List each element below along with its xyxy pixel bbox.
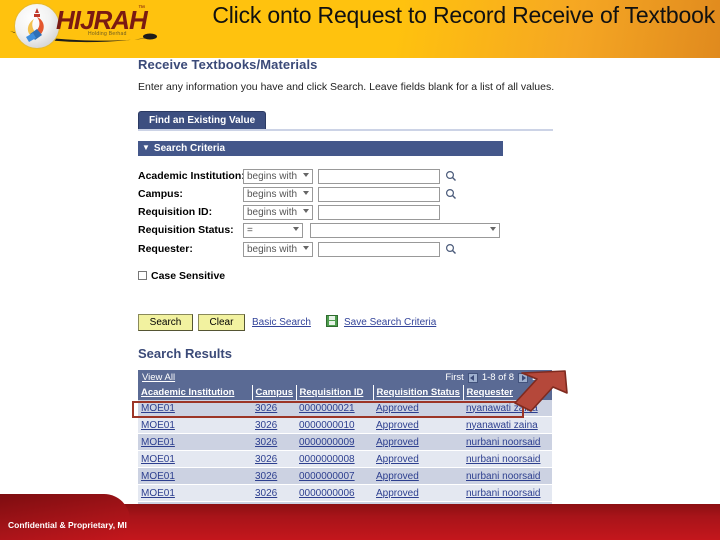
- lookup-icon-campus[interactable]: [445, 188, 457, 200]
- cell-status[interactable]: Approved: [376, 454, 419, 465]
- red-arrow-pointer: [514, 370, 568, 412]
- cell-campus[interactable]: 3026: [255, 420, 277, 431]
- peoplesoft-screenshot-panel: Receive Textbooks/Materials Enter any in…: [130, 48, 560, 528]
- operator-select-academic-institution[interactable]: begins with: [243, 169, 313, 184]
- cell-institution[interactable]: MOE01: [141, 488, 175, 499]
- cell-requester[interactable]: nurbani noorsaid: [466, 488, 541, 499]
- page-instructions: Enter any information you have and click…: [138, 81, 555, 93]
- table-row[interactable]: MOE01 3026 0000000021 Approved nyanawati…: [138, 400, 552, 417]
- slide-title: Click onto Request to Record Receive of …: [212, 2, 715, 28]
- column-header-academic-institution[interactable]: Academic Institution: [138, 385, 253, 400]
- value-input-requisition-id[interactable]: [318, 205, 440, 220]
- cell-requisition-id[interactable]: 0000000021: [299, 403, 355, 414]
- chevron-down-icon[interactable]: [293, 227, 299, 231]
- case-sensitive-checkbox[interactable]: [138, 271, 147, 280]
- cell-status[interactable]: Approved: [376, 488, 419, 499]
- search-button[interactable]: Search: [138, 314, 193, 331]
- cell-status[interactable]: Approved: [376, 403, 419, 414]
- value-input-academic-institution[interactable]: [318, 169, 440, 184]
- label-campus: Campus:: [138, 188, 183, 200]
- label-requisition-id: Requisition ID:: [138, 206, 213, 218]
- chevron-down-icon[interactable]: [303, 191, 309, 195]
- pager-first-link[interactable]: First: [445, 370, 463, 385]
- cell-institution[interactable]: MOE01: [141, 403, 175, 414]
- chevron-down-icon[interactable]: [303, 173, 309, 177]
- footer-confidential-text: Confidential & Proprietary, MI: [8, 520, 127, 530]
- value-input-campus[interactable]: [318, 187, 440, 202]
- cell-institution[interactable]: MOE01: [141, 454, 175, 465]
- logo-emblem-icon: [14, 3, 60, 49]
- logo-subtitle: Holding Berhad: [88, 31, 127, 37]
- table-row[interactable]: MOE01 3026 0000000010 Approved nyanawati…: [138, 416, 552, 434]
- cell-campus[interactable]: 3026: [255, 437, 277, 448]
- cell-requisition-id[interactable]: 0000000008: [299, 454, 355, 465]
- cell-institution[interactable]: MOE01: [141, 437, 175, 448]
- cell-campus[interactable]: 3026: [255, 454, 277, 465]
- collapse-caret-icon[interactable]: ▼: [142, 140, 150, 155]
- chevron-down-icon[interactable]: [490, 227, 496, 231]
- cell-requisition-id[interactable]: 0000000007: [299, 471, 355, 482]
- cell-institution[interactable]: MOE01: [141, 420, 175, 431]
- lookup-icon-requester[interactable]: [445, 243, 457, 255]
- operator-select-campus[interactable]: begins with: [243, 187, 313, 202]
- table-row[interactable]: MOE01 3026 0000000008 Approved nurbani n…: [138, 450, 552, 468]
- hijrah-logo: HIJRAH ™ Holding Berhad: [0, 0, 165, 52]
- column-header-campus[interactable]: Campus: [252, 385, 297, 400]
- table-row[interactable]: MOE01 3026 0000000006 Approved nurbani n…: [138, 484, 552, 502]
- view-all-link[interactable]: View All: [142, 372, 175, 383]
- cell-requisition-id[interactable]: 0000000006: [299, 488, 355, 499]
- table-header-row: Academic Institution Campus Requisition …: [138, 385, 553, 400]
- operator-select-requisition-id[interactable]: begins with: [243, 205, 313, 220]
- search-criteria-section-header[interactable]: ▼ Search Criteria: [138, 141, 503, 156]
- label-academic-institution: Academic Institution:: [138, 170, 245, 182]
- case-sensitive-row[interactable]: Case Sensitive: [138, 270, 225, 282]
- save-disk-icon[interactable]: [326, 315, 338, 327]
- operator-value-requisition-status: =: [247, 225, 253, 236]
- chevron-down-icon[interactable]: [303, 246, 309, 250]
- operator-value-requisition-id: begins with: [247, 207, 298, 218]
- operator-value-campus: begins with: [247, 189, 298, 200]
- table-row[interactable]: MOE01 3026 0000000007 Approved nurbani n…: [138, 467, 552, 485]
- operator-select-requester[interactable]: begins with: [243, 242, 313, 257]
- basic-search-link[interactable]: Basic Search: [252, 317, 311, 328]
- cell-requester[interactable]: nurbani noorsaid: [466, 471, 541, 482]
- cell-institution[interactable]: MOE01: [141, 471, 175, 482]
- cell-requisition-id[interactable]: 0000000009: [299, 437, 355, 448]
- cell-requisition-id[interactable]: 0000000010: [299, 420, 355, 431]
- page-title: Receive Textbooks/Materials: [138, 57, 318, 72]
- value-input-requester[interactable]: [318, 242, 440, 257]
- cell-status[interactable]: Approved: [376, 471, 419, 482]
- operator-select-requisition-status[interactable]: =: [243, 223, 303, 238]
- chevron-down-icon[interactable]: [303, 209, 309, 213]
- label-requester: Requester:: [138, 243, 193, 255]
- footer-notch-shape: [0, 494, 130, 540]
- table-row[interactable]: MOE01 3026 0000000009 Approved nurbani n…: [138, 433, 552, 451]
- prev-arrow-icon[interactable]: [467, 372, 478, 383]
- cell-status[interactable]: Approved: [376, 420, 419, 431]
- search-results-heading: Search Results: [138, 346, 232, 361]
- cell-campus[interactable]: 3026: [255, 471, 277, 482]
- cell-campus[interactable]: 3026: [255, 488, 277, 499]
- lookup-icon-academic-institution[interactable]: [445, 170, 457, 182]
- save-search-criteria-link[interactable]: Save Search Criteria: [344, 317, 436, 328]
- search-criteria-label: Search Criteria: [153, 143, 226, 154]
- cell-campus[interactable]: 3026: [255, 403, 277, 414]
- label-requisition-status: Requisition Status:: [138, 224, 234, 236]
- tab-underline: [138, 129, 553, 131]
- cell-requester[interactable]: nurbani noorsaid: [466, 454, 541, 465]
- cell-status[interactable]: Approved: [376, 437, 419, 448]
- column-header-requisition-status[interactable]: Requisition Status: [373, 385, 464, 400]
- column-header-requisition-id[interactable]: Requisition ID: [296, 385, 374, 400]
- grid-toolbar: View All First 1-8 of 8 Last: [138, 370, 552, 385]
- operator-value-academic-institution: begins with: [247, 171, 298, 182]
- logo-trademark-symbol: ™: [138, 5, 145, 12]
- clear-button[interactable]: Clear: [198, 314, 245, 331]
- tab-find-existing-value[interactable]: Find an Existing Value: [138, 111, 267, 129]
- value-select-requisition-status[interactable]: [310, 223, 500, 238]
- case-sensitive-label: Case Sensitive: [151, 270, 226, 282]
- operator-value-requester: begins with: [247, 244, 298, 255]
- cell-requester[interactable]: nurbani noorsaid: [466, 437, 541, 448]
